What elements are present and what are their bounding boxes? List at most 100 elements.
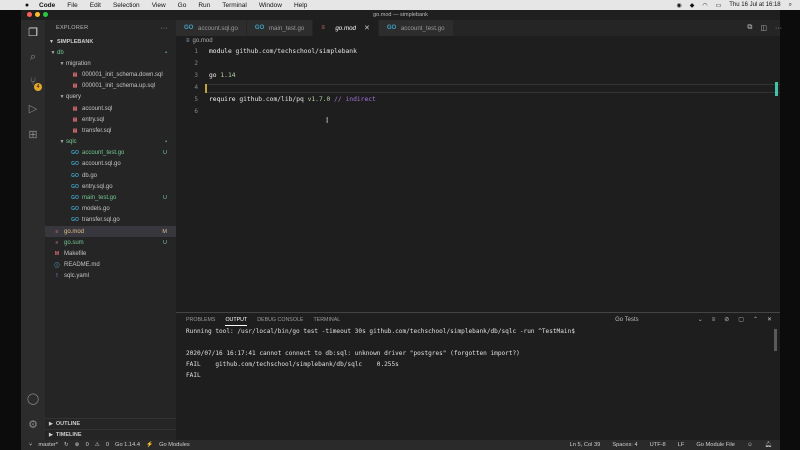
file-tree-item[interactable]: ≡ go.mod M [45,226,176,238]
panel-tab[interactable]: PROBLEMS [186,317,215,326]
menu-terminal[interactable]: Terminal [222,2,247,9]
file-tree-item[interactable]: ▤ 000001_init_schema.up.sql [45,81,176,92]
more-actions-icon[interactable]: ··· [775,25,782,32]
file-tree-item[interactable]: GO main_test.go U [45,192,176,203]
breadcrumb[interactable]: ≡ go.mod [186,38,213,44]
chevron-down-icon[interactable]: ⌄ [698,316,703,323]
go-modules[interactable]: Go Modules [159,442,190,448]
file-tree-item[interactable]: GO db.go [45,170,176,181]
code-line[interactable]: require github.com/lib/pq v1.7.0 // indi… [209,96,376,103]
account-icon[interactable]: ◯ [25,390,41,406]
tab-label: go.mod [335,24,356,32]
search-icon[interactable]: ⌕ [789,2,792,9]
run-debug-icon[interactable]: ▷ [25,100,41,116]
editor-tab[interactable]: GO main_test.go [246,20,314,36]
file-tree-item[interactable]: ▼ migration [45,58,176,69]
clock[interactable]: Thu 16 Jul at 16:18 [729,2,780,8]
git-branch[interactable]: master* [38,442,58,448]
language-mode[interactable]: Go Module File [696,442,735,448]
panel-scrollbar[interactable] [774,329,777,351]
file-tree-item[interactable]: ≡ go.sum U [45,237,176,248]
file-tree-item[interactable]: ▤ 000001_init_schema.down.sql [45,69,176,80]
output-channel-select[interactable]: Go Tests [615,317,639,323]
extensions-icon[interactable]: ⊞ [25,126,41,142]
close-icon[interactable]: ✕ [364,24,370,32]
code-line[interactable]: go 1.14 [209,72,236,79]
go-file-icon: GO [184,25,194,31]
feedback-icon[interactable]: ☺ [747,442,753,448]
sql-file-icon: ▤ [72,116,78,123]
menu-go[interactable]: Go [178,2,187,9]
warning-count[interactable]: 0 [106,442,109,448]
clear-output-icon[interactable]: ⊘ [724,316,729,323]
panel-tab[interactable]: DEBUG CONSOLE [257,317,303,326]
file-tree-item[interactable]: GO entry.sql.go [45,181,176,192]
open-changes-icon[interactable]: ⧉ [747,24,752,32]
file-tree-item[interactable]: ▤ account.sql [45,103,176,114]
project-section[interactable]: ▼ SIMPLEBANK [45,36,176,47]
breadcrumb-file[interactable]: go.mod [193,38,213,44]
close-panel-icon[interactable]: ✕ [767,316,772,323]
encoding[interactable]: UTF-8 [650,442,666,448]
file-tree-item[interactable]: GO account.sql.go [45,159,176,170]
line-ending[interactable]: LF [678,442,685,448]
lock-scroll-icon[interactable]: ≡ [712,317,716,323]
split-editor-icon[interactable]: ◫ [760,24,767,32]
menu-window[interactable]: Window [259,2,282,9]
chevron-down-icon: ▼ [59,94,65,101]
file-tree-item[interactable]: GO account_test.go U [45,148,176,159]
file-tree-item[interactable]: ▼ sqlc • [45,137,176,148]
outline-section[interactable]: ▶ OUTLINE [45,418,176,429]
apple-icon[interactable]: ● [22,0,32,10]
sync-icon[interactable]: ↻ [64,442,69,448]
battery-icon[interactable]: ▭ [716,2,722,9]
file-tree: ▼ db • ▼ migration ▤ 000001_init_schema.down.s… [45,47,176,282]
search-icon[interactable]: ⌕ [25,49,41,65]
editor-tab[interactable]: GO account_test.go [378,20,454,36]
file-tree-item[interactable]: M Makefile [45,248,176,259]
code-line[interactable]: module github.com/techschool/simplebank [209,48,357,55]
editor-tab[interactable]: ≡ go.mod ✕ [313,20,379,36]
menu-view[interactable]: View [152,2,166,9]
file-tree-item[interactable]: ⓘ README.md [45,260,176,271]
record-icon[interactable]: ◉ [676,2,681,9]
indentation[interactable]: Spaces: 4 [612,442,637,448]
sql-file-icon: ▤ [72,83,78,90]
dropbox-icon[interactable]: ◆ [690,2,695,9]
activity-bar: ❐ ⌕ ⑂ 4 ▷ ⊞ ◯ ⚙ [21,20,45,440]
maximize-panel-icon[interactable]: ▢ [738,316,744,323]
code-token: github.com/lib/pq [239,96,308,103]
git-status-badge: U [163,239,167,246]
explorer-icon[interactable]: ❐ [25,24,41,40]
more-actions-icon[interactable]: ··· [160,25,168,32]
menu-edit[interactable]: Edit [90,2,101,9]
cursor-position[interactable]: Ln 5, Col 39 [570,442,601,448]
menu-selection[interactable]: Selection [113,2,140,9]
go-version[interactable]: Go 1.14.4 [115,442,140,448]
menu-run[interactable]: Run [198,2,210,9]
file-tree-item[interactable]: GO models.go [45,204,176,215]
chevron-right-icon: ▶ [49,421,53,427]
wifi-icon[interactable]: ◠ [702,2,707,9]
code-editor[interactable]: 1 module github.com/techschool/simplebank… [176,36,780,312]
restore-icon[interactable]: ⌃ [753,316,758,323]
file-tree-item[interactable]: ▤ transfer.sql [45,125,176,136]
editor-tab[interactable]: GO account.sql.go [176,20,247,36]
gear-icon[interactable]: ⚙ [25,416,41,432]
bell-icon[interactable]: 🔔︎ [765,442,772,448]
menu-app[interactable]: Code [39,2,55,9]
panel-tab[interactable]: TERMINAL [313,317,340,326]
file-tree-item[interactable]: ! sqlc.yaml [45,271,176,282]
menu-file[interactable]: File [67,2,77,9]
panel-tab[interactable]: OUTPUT [225,317,248,326]
file-tree-item[interactable]: ▼ query [45,92,176,103]
file-tree-item[interactable]: ▤ entry.sql [45,114,176,125]
file-tree-item-label: models.go [82,206,110,213]
source-control-icon[interactable]: ⑂ 4 [25,74,42,91]
git-status-badge: U [163,150,167,157]
file-tree-item[interactable]: ▼ db • [45,47,176,58]
menu-help[interactable]: Help [294,2,307,9]
file-tree-item[interactable]: GO transfer.sql.go [45,215,176,226]
error-count[interactable]: 0 [86,442,89,448]
timeline-section[interactable]: ▶ TIMELINE [45,429,176,440]
